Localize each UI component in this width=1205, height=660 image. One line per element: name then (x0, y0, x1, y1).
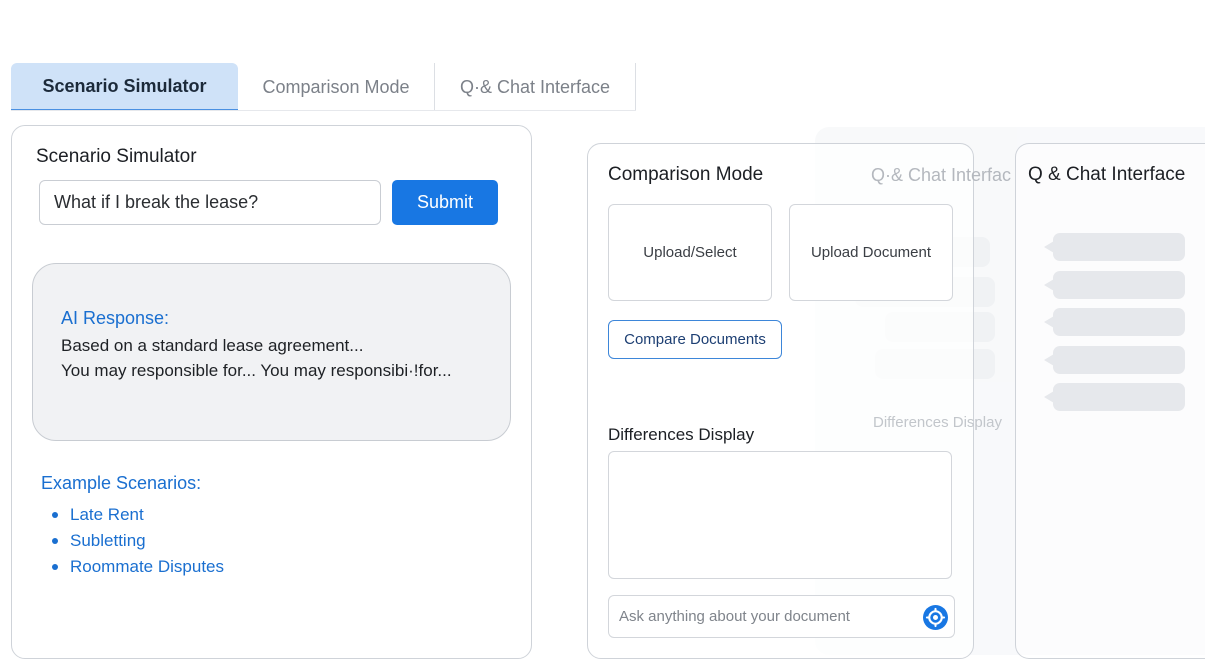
ai-response-line: Based on a standard lease agreement... (61, 336, 364, 355)
chat-message-bubble (1053, 345, 1185, 374)
ai-response-label: AI Response: (61, 308, 170, 328)
ask-input[interactable] (609, 596, 909, 637)
ai-response-line: You may responsible for... You may respo… (61, 361, 452, 380)
scenario-query-input[interactable] (39, 180, 381, 225)
comparison-mode-title: Comparison Mode (608, 164, 764, 185)
chat-interface-title: Q & Chat Interface (1028, 164, 1186, 185)
tab-divider (11, 110, 636, 111)
chat-message-bubble (1053, 383, 1185, 411)
differences-display-title: Differences Display (608, 425, 755, 444)
ai-response-card: AI Response: Based on a standard lease a… (32, 263, 511, 441)
example-scenario-subletting[interactable]: Subletting (52, 528, 224, 554)
scenario-simulator-panel: Scenario Simulator Submit AI Response: B… (11, 125, 532, 659)
example-scenario-roommate-disputes[interactable]: Roommate Disputes (52, 554, 224, 580)
example-scenarios-list: Late Rent Subletting Roommate Disputes (52, 502, 224, 580)
differences-display-area (608, 451, 952, 579)
chat-interface-panel: Q & Chat Interface (1015, 143, 1205, 659)
ghost-differences-label: Differences Display (873, 414, 1002, 431)
chat-message-bubble (1053, 233, 1185, 261)
submit-button[interactable]: Submit (392, 180, 498, 225)
tab-chat-interface[interactable]: Q·& Chat Interface (434, 63, 636, 111)
tab-bar: Scenario Simulator Comparison Mode Q·& C… (11, 63, 636, 111)
chat-message-bubble (1053, 270, 1185, 299)
example-scenarios-title: Example Scenarios: (41, 473, 202, 493)
tab-scenario-simulator[interactable]: Scenario Simulator (11, 63, 238, 111)
upload-select-button[interactable]: Upload/Select (608, 204, 772, 301)
example-scenario-label: Subletting (70, 531, 146, 550)
example-scenario-label: Late Rent (70, 505, 144, 524)
chat-message-bubble (1053, 308, 1185, 336)
bullet-icon (52, 564, 58, 570)
bullet-icon (52, 512, 58, 518)
bullet-icon (52, 538, 58, 544)
ask-field (608, 595, 955, 638)
comparison-mode-panel: Comparison Mode Q·& Chat Interfac Upload… (587, 143, 1011, 659)
compare-documents-button[interactable]: Compare Documents (608, 320, 782, 359)
scenario-simulator-title: Scenario Simulator (36, 146, 197, 167)
tab-comparison-mode[interactable]: Comparison Mode (238, 63, 434, 111)
ghost-chat-title: Q·& Chat Interfac (871, 165, 1012, 185)
settings-circle-icon[interactable] (923, 605, 948, 630)
example-scenario-late-rent[interactable]: Late Rent (52, 502, 224, 528)
example-scenario-label: Roommate Disputes (70, 557, 225, 576)
upload-document-button[interactable]: Upload Document (789, 204, 953, 301)
